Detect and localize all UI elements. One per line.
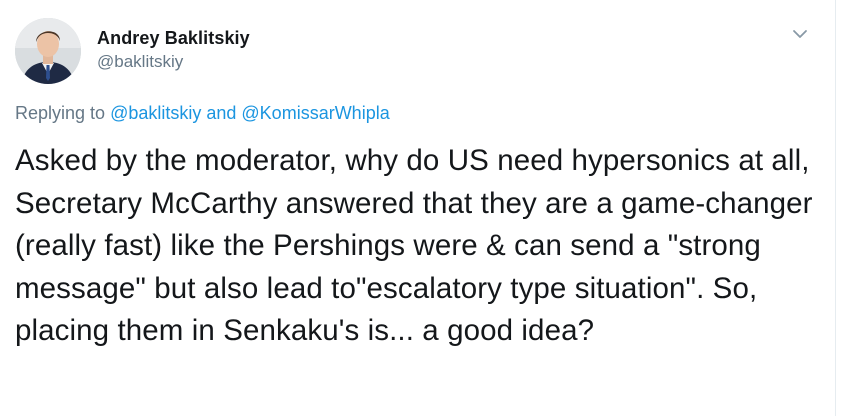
mention-komissarwhipla[interactable]: @KomissarWhipla (241, 103, 389, 123)
avatar[interactable] (15, 18, 81, 84)
author-handle[interactable]: @baklitskiy (97, 52, 183, 72)
chevron-down-icon-glyph (793, 30, 807, 38)
tweet-card: Andrey Baklitskiy @baklitskiy Replying t… (0, 0, 842, 416)
mention-conjunction: and (201, 103, 242, 123)
card-border (835, 0, 836, 416)
tweet-text: Asked by the moderator, why do US need h… (15, 144, 813, 347)
replying-to-prefix: Replying to (15, 103, 111, 123)
replying-to: Replying to @baklitskiy and @KomissarWhi… (15, 103, 390, 124)
mention-baklitskiy[interactable]: @baklitskiy (110, 103, 201, 123)
avatar-photo (15, 18, 81, 84)
chevron-down-icon[interactable] (790, 26, 810, 42)
author-name[interactable]: Andrey Baklitskiy (97, 28, 250, 49)
